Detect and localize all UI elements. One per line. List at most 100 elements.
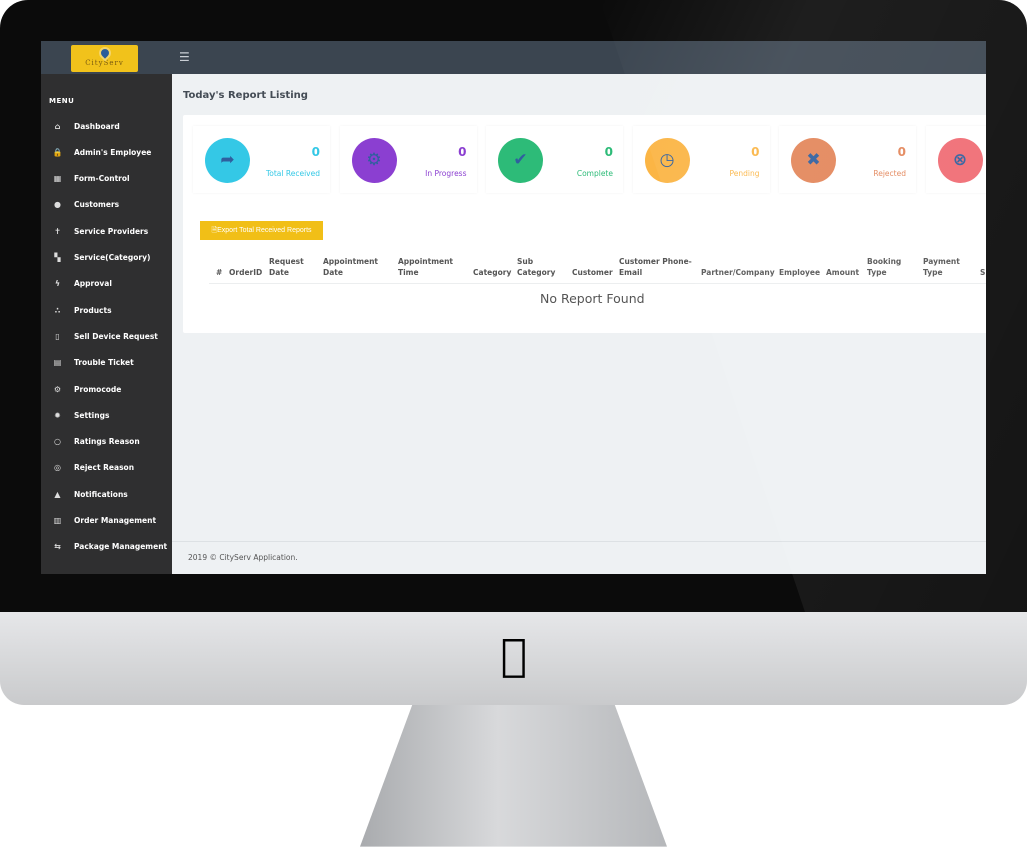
calendar-icon: ▥ — [53, 516, 62, 525]
dots-icon: ∴ — [54, 305, 61, 315]
sidebar-item-settings[interactable]: ✹ Settings — [41, 404, 172, 426]
stat-value: 0 — [604, 145, 613, 159]
stat-label: Total Received — [265, 169, 320, 178]
sidebar-item-sell-device-request[interactable]: ▯ Sell Device Request — [41, 325, 172, 347]
sidebar-item-promocode[interactable]: ⚙ Promocode — [41, 378, 172, 400]
home-icon: ⌂ — [54, 121, 61, 131]
stat-value: 0 — [458, 145, 467, 159]
report-card: ➦ 0 Total Received ⚙ 0 In Progress ✔ 0 Complete ◷… — [183, 115, 986, 333]
mobile-icon: ▯ — [55, 331, 60, 341]
sidebar-item-label: Notifications — [74, 489, 128, 499]
logo[interactable]: CityServ — [71, 44, 138, 72]
table-icon: ▦ — [53, 174, 62, 184]
column-header[interactable]: Amount — [826, 267, 859, 278]
share-icon: ➦ — [205, 138, 250, 183]
top-bar: CityServ ☰ — [41, 41, 986, 74]
column-header[interactable]: Customer — [572, 267, 613, 278]
bolt-icon: ϟ — [54, 279, 61, 289]
stat-label: Rejected — [873, 169, 906, 178]
retweet-icon: ⇆ — [54, 542, 61, 552]
sidebar-item-label: Ratings Reason — [74, 437, 140, 447]
x-circle-icon: ⊗ — [937, 138, 983, 183]
column-header[interactable]: Category — [473, 267, 511, 278]
clock-icon: ◷ — [644, 138, 690, 183]
stat-value: 0 — [897, 145, 906, 159]
column-header[interactable]: Employee — [779, 267, 820, 278]
sidebar-item-label: Customers — [74, 200, 120, 210]
sidebar-item-label: Settings — [74, 410, 110, 420]
gear-icon: ✹ — [54, 410, 61, 420]
sidebar-item-label: Reject Reason — [74, 463, 135, 473]
column-header[interactable]: Sub Category — [517, 256, 567, 278]
stat-box[interactable]: ⚙ 0 In Progress — [339, 126, 477, 193]
sidebar-item-label: Trouble Ticket — [74, 358, 134, 368]
circle-icon: ○ — [54, 437, 61, 447]
stat-box[interactable]: ✖ 0 Rejected — [779, 126, 916, 193]
column-header[interactable]: Payment Type — [923, 256, 973, 278]
sidebar-item-trouble-ticket[interactable]: ▤ Trouble Ticket — [41, 352, 172, 374]
sidebar-item-label: Sell Device Request — [74, 331, 158, 341]
footer-divider — [172, 541, 986, 542]
main-content: Today's Report Listing ➦ 0 Total Received ⚙… — [172, 74, 986, 574]
sidebar-item-label: Dashboard — [74, 121, 120, 131]
stat-box[interactable]: ➦ 0 Total Received — [193, 126, 330, 193]
column-header[interactable]: Appointment Date — [323, 256, 378, 278]
stat-box[interactable]: ⊗ — [925, 126, 986, 193]
sidebar-item-package-management[interactable]: ⇆ Package Management — [41, 536, 172, 558]
hamburger-menu-icon[interactable]: ☰ — [179, 50, 190, 64]
screen: CityServ ☰ MENU ⌂ Dashboard 🔒 Admin's Emplo… — [41, 41, 986, 574]
stat-label: In Progress — [425, 169, 467, 178]
sidebar-item-label: Service Providers — [74, 226, 149, 236]
sidebar-item-order-management[interactable]: ▥ Order Management — [41, 510, 172, 532]
menu-heading: MENU — [49, 97, 75, 105]
sidebar-item-customers[interactable]: ● Customers — [41, 194, 172, 216]
sidebar-item-reject-reason[interactable]: ◎ Reject Reason — [41, 457, 172, 479]
sidebar-item-ratings-reason[interactable]: ○ Ratings Reason — [41, 431, 172, 453]
sidebar-item-label: Promocode — [74, 384, 122, 394]
x-icon: ✖ — [791, 138, 836, 183]
table-header-divider — [209, 283, 986, 284]
sidebar-item-label: Package Management — [74, 542, 168, 552]
export-button[interactable]: 🗎Export Total Received Reports — [200, 221, 323, 240]
check-icon: ✔ — [498, 138, 543, 183]
grid-icon: ▚ — [54, 253, 61, 262]
sidebar-item-label: Approval — [74, 279, 112, 289]
sidebar: MENU ⌂ Dashboard 🔒 Admin's Employee ▦ Form-Co… — [41, 74, 172, 574]
sidebar-item-notifications[interactable]: ▲ Notifications — [41, 483, 172, 505]
film-icon: ▤ — [53, 358, 62, 368]
column-header[interactable]: # — [216, 267, 222, 278]
sidebar-item-label: Admin's Employee — [74, 147, 152, 157]
stat-label: Complete — [576, 169, 613, 178]
column-header[interactable]: Partner/Company — [701, 267, 775, 278]
stat-value: 0 — [311, 145, 320, 159]
column-header[interactable]: Customer Phone-Email — [619, 256, 694, 278]
stat-box[interactable]: ✔ 0 Complete — [486, 126, 623, 193]
export-label: Export Total Received Reports — [217, 227, 312, 234]
apple-logo-icon:  — [494, 632, 534, 680]
footer-text: 2019 © CityServ Application. — [188, 553, 298, 562]
sidebar-item-service-category[interactable]: ▚ Service(Category) — [41, 247, 172, 269]
column-header[interactable]: Request Date — [269, 256, 319, 278]
sidebar-item-dashboard[interactable]: ⌂ Dashboard — [41, 115, 172, 137]
settings-circle-icon: ◎ — [54, 463, 61, 473]
sidebar-item-products[interactable]: ∴ Products — [41, 299, 172, 321]
column-header[interactable]: Appointment Time — [398, 256, 453, 278]
sidebar-item-label: Service(Category) — [74, 253, 151, 262]
column-header[interactable]: S — [980, 267, 985, 278]
stat-value: 0 — [751, 145, 760, 159]
sidebar-item-approval[interactable]: ϟ Approval — [41, 273, 172, 295]
column-header[interactable]: OrderID — [229, 267, 262, 278]
page-title: Today's Report Listing — [183, 90, 308, 101]
user-icon: ● — [54, 200, 61, 210]
monitor-chin:  — [0, 612, 1027, 705]
cogs-icon: ⚙ — [351, 138, 397, 183]
sidebar-item-admin-s-employee[interactable]: 🔒 Admin's Employee — [41, 141, 172, 163]
stat-label: Pending — [729, 169, 760, 178]
sidebar-item-service-providers[interactable]: ✝ Service Providers — [41, 220, 172, 242]
sidebar-item-label: Products — [74, 305, 112, 315]
column-header[interactable]: Booking Type — [867, 256, 917, 278]
sidebar-item-form-control[interactable]: ▦ Form-Control — [41, 168, 172, 190]
stat-box[interactable]: ◷ 0 Pending — [632, 126, 770, 193]
sidebar-item-label: Form-Control — [74, 174, 130, 184]
empty-table-message: No Report Found — [540, 291, 645, 306]
